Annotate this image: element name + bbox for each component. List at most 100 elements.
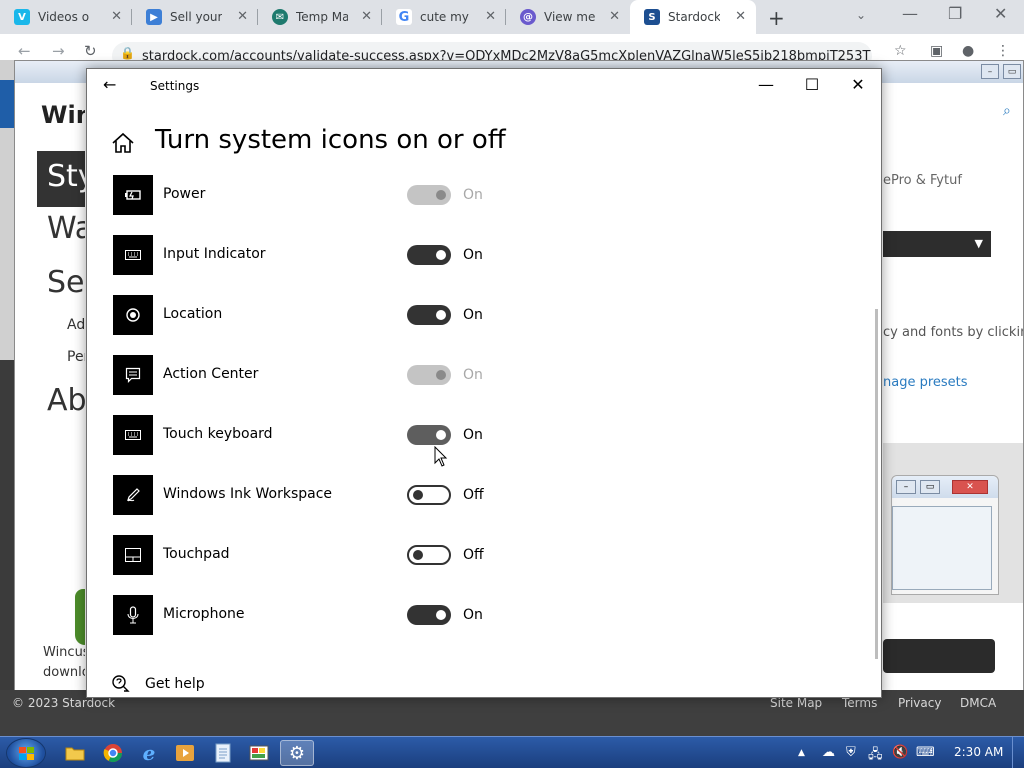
touchpad-toggle[interactable] (407, 545, 451, 565)
footer-link-terms[interactable]: Terms (842, 696, 877, 710)
profile-avatar-icon[interactable]: ● (962, 43, 974, 59)
new-tab-icon[interactable]: + (768, 6, 785, 30)
wb-maximize-icon[interactable]: ▭ (1003, 64, 1021, 79)
wb-nav-settings[interactable]: Set (47, 265, 85, 300)
explorer-icon[interactable] (58, 740, 92, 766)
tab-title: Sell your vi (170, 10, 222, 24)
security-shield-icon[interactable]: ⛨ (846, 745, 856, 760)
toggle-state: On (463, 247, 483, 263)
item-label: Microphone (163, 606, 245, 622)
wb-sub-per-app[interactable]: Per (67, 349, 85, 365)
microphone-toggle[interactable] (407, 605, 451, 625)
help-chat-icon (112, 675, 130, 692)
tab-close-icon[interactable]: ✕ (485, 9, 496, 24)
wb-desc-line-1: Wincus (43, 645, 85, 660)
browser-restore-icon[interactable]: ❐ (948, 4, 962, 23)
tab-close-icon[interactable]: ✕ (237, 9, 248, 24)
footer-link-privacy[interactable]: Privacy (898, 696, 941, 710)
network-disabled-icon[interactable]: ☁ (822, 745, 835, 760)
preview-maximize-icon: ▭ (920, 480, 940, 494)
style-preview-window: – ▭ ✕ (891, 475, 999, 595)
browser-tab-4[interactable]: G cute my litt ✕ (382, 0, 506, 34)
touch-keyboard-toggle[interactable] (407, 425, 451, 445)
windows-logo-icon (19, 747, 34, 760)
wb-sub-advanced[interactable]: Ad (67, 317, 85, 333)
ie-icon[interactable]: e (132, 740, 166, 766)
back-arrow-icon[interactable]: ← (18, 42, 31, 60)
tray-overflow-icon[interactable]: ▲ (798, 748, 805, 758)
keyboard-tray-icon[interactable]: ⌨ (916, 745, 935, 760)
windows-taskbar: e ⚙ ▲ ☁ ⛨ 🖧 🔇 ⌨ 2:30 AM (0, 736, 1024, 768)
tab-close-icon[interactable]: ✕ (609, 9, 620, 24)
browser-tab-3[interactable]: ✉ Temp Mail ✕ (258, 0, 382, 34)
forward-arrow-icon[interactable]: → (52, 42, 65, 60)
browser-minimize-icon[interactable]: — (902, 4, 918, 23)
windows-ink-toggle[interactable] (407, 485, 451, 505)
stardock-icon: S (644, 9, 660, 25)
home-icon[interactable] (109, 129, 137, 157)
address-bar[interactable]: 🔒 stardock.com/accounts/validate-success… (112, 42, 872, 60)
browser-close-icon[interactable]: ✕ (994, 4, 1007, 23)
get-help-label: Get help (145, 676, 205, 692)
list-item-touchpad: Touchpad Off (113, 535, 813, 575)
footer-link-sitemap[interactable]: Site Map (770, 696, 822, 710)
show-desktop-button[interactable] (1012, 737, 1024, 768)
chrome-menu-icon[interactable]: ⋮ (996, 43, 1010, 59)
settings-gear-icon[interactable]: ⚙ (280, 740, 314, 766)
network-icon[interactable]: 🖧 (868, 745, 883, 767)
paint-icon[interactable] (242, 740, 276, 766)
notepad-icon[interactable] (206, 740, 240, 766)
browser-tab-2[interactable]: ▶ Sell your vi ✕ (132, 0, 258, 34)
maximize-icon[interactable]: ☐ (797, 75, 827, 94)
wb-nav-about[interactable]: Ab (47, 383, 85, 418)
media-player-icon[interactable] (168, 740, 202, 766)
volume-muted-icon[interactable]: 🔇 (892, 745, 908, 760)
toggle-state: On (463, 427, 483, 443)
browser-toolbar: ← → ↻ 🔒 stardock.com/accounts/validate-s… (0, 34, 1024, 60)
toggle-knob (436, 310, 446, 320)
microphone-icon (113, 595, 153, 635)
browser-tab-5[interactable]: @ View messa ✕ (506, 0, 630, 34)
item-label: Touchpad (163, 546, 230, 562)
browser-tab-1[interactable]: V Videos on V ✕ (0, 0, 132, 34)
settings-window-title: Settings (150, 79, 200, 93)
list-item-touch-keyboard: Touch keyboard On (113, 415, 813, 455)
touchpad-icon (113, 535, 153, 575)
taskbar-clock[interactable]: 2:30 AM (954, 745, 1003, 759)
toggle-knob (436, 610, 446, 620)
settings-scrollbar[interactable] (875, 309, 878, 659)
location-toggle[interactable] (407, 305, 451, 325)
wb-style-dropdown[interactable]: ▼ (883, 231, 991, 257)
chrome-icon[interactable] (96, 740, 130, 766)
action-center-toggle[interactable] (407, 365, 451, 385)
wb-nav-wallpaper[interactable]: Wa (47, 211, 85, 246)
toggle-state: On (463, 607, 483, 623)
reload-icon[interactable]: ↻ (84, 42, 97, 60)
start-button[interactable] (6, 738, 46, 768)
browser-tab-6-active[interactable]: S Stardock A ✕ (630, 0, 756, 34)
tab-close-icon[interactable]: ✕ (361, 9, 372, 24)
wb-minimize-icon[interactable]: – (981, 64, 999, 79)
list-item-microphone: Microphone On (113, 595, 813, 635)
back-arrow-icon[interactable]: ← (103, 75, 116, 94)
close-icon[interactable]: ✕ (843, 75, 873, 94)
page-dark-strip (0, 360, 14, 690)
tab-close-icon[interactable]: ✕ (111, 9, 122, 24)
manage-presets-link[interactable]: nage presets (883, 375, 968, 390)
search-icon[interactable]: ⌕ (1003, 103, 1011, 119)
footer-copyright: © 2023 Stardock (12, 696, 116, 710)
wb-nav-style[interactable]: Sty (37, 151, 85, 207)
wb-brand-title: Win (41, 101, 85, 129)
footer-link-dmca[interactable]: DMCA (960, 696, 996, 710)
side-panel-icon[interactable]: ▣ (930, 43, 943, 59)
tab-search-chevron-icon[interactable]: ⌄ (856, 8, 866, 22)
tab-title: View messa (544, 10, 596, 24)
lizard-mascot-icon (75, 589, 85, 645)
power-toggle[interactable] (407, 185, 451, 205)
bookmark-star-icon[interactable]: ☆ (894, 43, 907, 59)
tab-close-icon[interactable]: ✕ (735, 9, 746, 24)
tab-title: Videos on V (38, 10, 90, 24)
tab-title: cute my litt (420, 10, 472, 24)
minimize-icon[interactable]: — (751, 75, 781, 94)
input-indicator-toggle[interactable] (407, 245, 451, 265)
